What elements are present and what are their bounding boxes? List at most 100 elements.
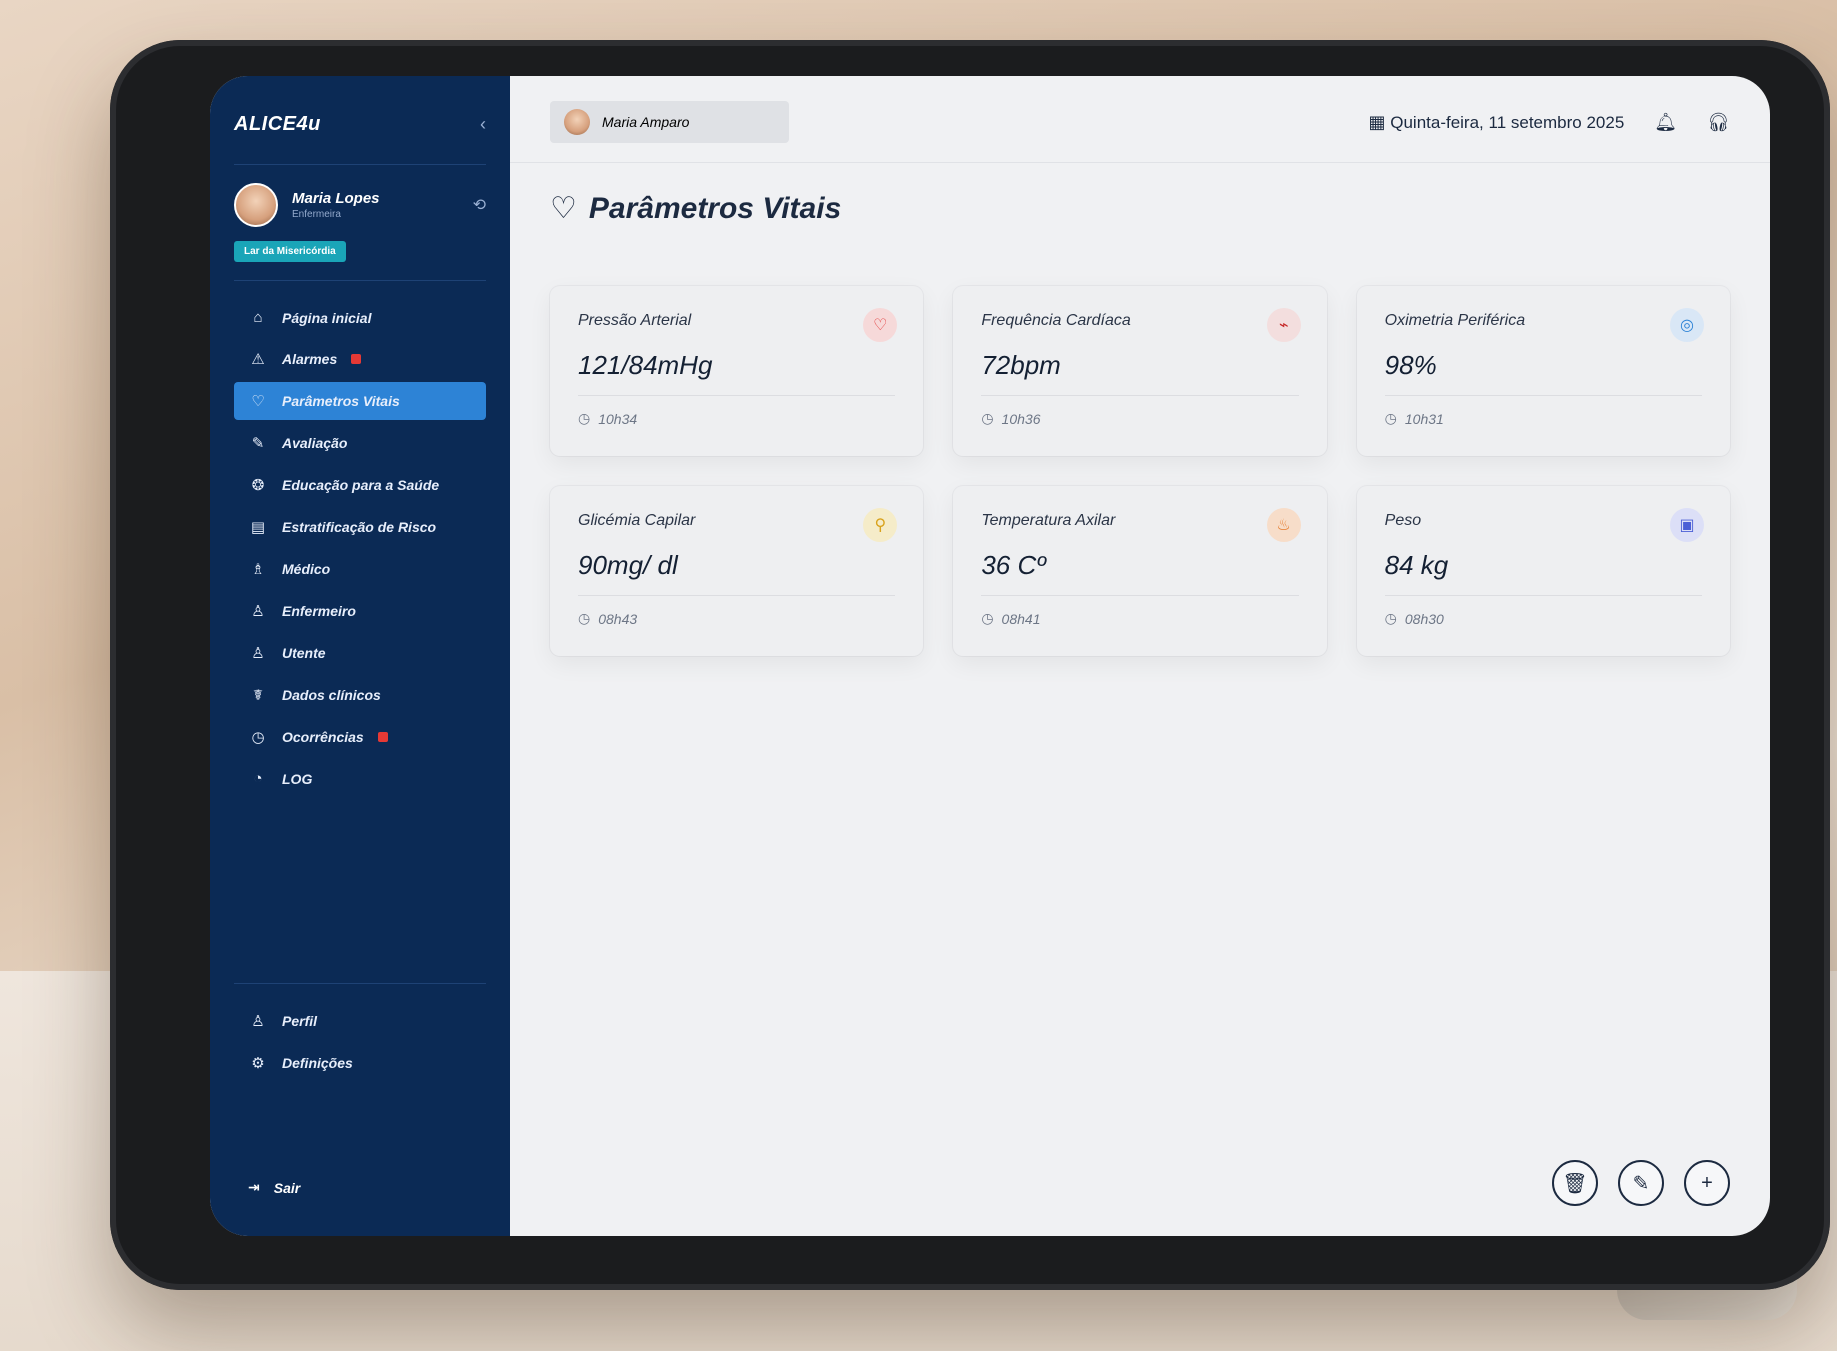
patient-selector[interactable]: Maria Amparo — [550, 101, 790, 143]
logo-row: ALICE4u ‹ — [234, 102, 486, 146]
facility-badge[interactable]: Lar da Misericórdia — [234, 241, 346, 262]
vital-card-glucose[interactable]: Glicémia Capilar 90mg/ dl ◷ 08h43 ⚲ — [550, 486, 924, 656]
card-time: ◷ 08h30 — [1385, 610, 1702, 627]
sidebar-item-health-education[interactable]: ❂ Educação para a Saúde — [234, 466, 486, 504]
card-value: 36 Cº — [981, 550, 1046, 580]
user-role: Enfermeira — [292, 209, 341, 220]
profile-icon: ♙ — [251, 1013, 265, 1030]
chart-icon: ▤ — [250, 519, 266, 536]
date-text: Quinta-feira, 11 setembro 2025 — [1390, 112, 1625, 132]
pencil-icon: ✎ — [1632, 1172, 1650, 1195]
card-time: ◷ 08h43 — [578, 610, 895, 627]
avatar — [234, 183, 278, 227]
vital-card-weight[interactable]: Peso 84 kg ◷ 08h30 ▣ — [1356, 486, 1730, 656]
user-info: Maria Lopes Enfermeira — [292, 190, 459, 220]
clock-icon: ◷ — [1384, 410, 1397, 426]
sidebar-item-home[interactable]: ⌂ Página inicial — [234, 299, 486, 336]
card-time: ◷ 10h31 — [1385, 410, 1702, 427]
vital-card-oximetry[interactable]: Oximetria Periférica 98% ◷ 10h31 ◎ — [1356, 286, 1730, 456]
tablet-screen: ALICE4u ‹ Maria Lopes Enfermeira ⟲ Lar d… — [210, 76, 1770, 1236]
collapse-sidebar-icon[interactable]: ‹ — [480, 114, 486, 135]
heart-icon: ♡ — [251, 393, 265, 410]
divider — [981, 595, 1299, 596]
sidebar-item-nurse[interactable]: ♙ Enfermeiro — [234, 592, 486, 630]
card-label: Glicémia Capilar — [578, 512, 696, 529]
warning-icon: ⚠ — [251, 351, 265, 368]
sidebar-item-label: Enfermeiro — [282, 603, 356, 619]
user-name: Maria Lopes — [292, 190, 380, 207]
sidebar-item-risk-stratification[interactable]: ▤ Estratificação de Risco — [234, 508, 486, 546]
logout-icon: ⇥ — [248, 1179, 260, 1195]
sidebar-item-label: Educação para a Saúde — [282, 477, 440, 493]
thermometer-icon: ♨ — [1266, 508, 1301, 542]
sidebar-item-label: Médico — [282, 561, 331, 577]
support-icon[interactable]: 🎧︎ — [1707, 112, 1730, 133]
clock-icon: ◷ — [1384, 610, 1397, 626]
logout-button[interactable]: ⇥ Sair — [248, 1179, 300, 1196]
log-icon: ◔ — [253, 770, 263, 787]
vital-card-heart-rate[interactable]: Frequência Cardíaca 72bpm ◷ 10h36 ⌁ — [953, 286, 1327, 456]
edit-button[interactable]: ✎ — [1618, 1160, 1664, 1206]
sidebar-item-occurrences[interactable]: ◷ Ocorrências — [234, 718, 486, 756]
sidebar-item-label: Dados clínicos — [282, 687, 381, 703]
doctor-icon: ♗ — [251, 561, 265, 578]
bell-icon[interactable]: 🔔︎ — [1654, 112, 1677, 133]
card-time-text: 10h34 — [598, 410, 638, 427]
card-time-text: 10h31 — [1404, 410, 1444, 427]
divider — [510, 162, 1770, 163]
sidebar-item-alarms[interactable]: ⚠ Alarmes — [234, 340, 486, 378]
sidebar-item-patient[interactable]: ♙ Utente — [234, 634, 486, 672]
heart-icon: ♡ — [863, 308, 898, 342]
sidebar-item-label: Utente — [282, 645, 326, 661]
sidebar-bottom-nav: ♙ Perfil ⚙ Definições — [234, 1002, 486, 1082]
add-button[interactable]: + — [1684, 1160, 1730, 1206]
pulse-icon: ⌁ — [1266, 308, 1301, 342]
delete-button[interactable]: 🗑︎ — [1552, 1160, 1598, 1206]
divider — [981, 395, 1299, 396]
home-icon: ⌂ — [253, 309, 263, 326]
oxygen-icon: ◎ — [1670, 308, 1704, 342]
patient-name: Maria Amparo — [602, 114, 690, 130]
divider — [578, 395, 896, 396]
card-value: 98% — [1384, 350, 1437, 380]
card-time-text: 08h41 — [1001, 610, 1041, 627]
sidebar-item-settings[interactable]: ⚙ Definições — [234, 1044, 486, 1082]
alert-badge — [377, 732, 388, 742]
card-label: Oximetria Periférica — [1384, 312, 1526, 329]
clock-icon: ◷ — [981, 610, 994, 626]
user-card: Maria Lopes Enfermeira ⟲ — [234, 183, 486, 227]
clock-icon: ◷ — [578, 410, 591, 426]
divider — [1384, 595, 1702, 596]
divider — [234, 983, 486, 984]
sidebar-item-vital-parameters[interactable]: ♡ Parâmetros Vitais — [234, 382, 486, 420]
card-label: Pressão Arterial — [578, 312, 692, 329]
vital-cards-grid: Pressão Arterial 121/84mHg ◷ 10h34 ♡ Freq… — [550, 286, 1730, 656]
scale-icon: ▣ — [1670, 508, 1704, 542]
sidebar-item-profile[interactable]: ♙ Perfil — [234, 1002, 486, 1040]
card-time: ◷ 08h41 — [981, 610, 1298, 627]
vital-card-temperature[interactable]: Temperatura Axilar 36 Cº ◷ 08h41 ♨ — [953, 486, 1327, 656]
sidebar-item-log[interactable]: ◔ LOG — [234, 760, 486, 797]
sidebar-item-doctor[interactable]: ♗ Médico — [234, 550, 486, 588]
switch-user-icon[interactable]: ⟲ — [473, 195, 486, 215]
sidebar-item-evaluation[interactable]: ✎ Avaliação — [234, 424, 486, 462]
sidebar-item-label: Página inicial — [282, 309, 372, 326]
card-label: Frequência Cardíaca — [981, 312, 1131, 329]
sidebar-item-clinical-data[interactable]: ☤ Dados clínicos — [234, 676, 486, 714]
card-time-text: 08h43 — [598, 610, 638, 627]
topbar: Maria Amparo ▦ Quinta-feira, 11 setembro… — [550, 100, 1730, 144]
sidebar-item-label: LOG — [282, 770, 313, 787]
card-time: ◷ 10h36 — [981, 410, 1298, 427]
vital-card-blood-pressure[interactable]: Pressão Arterial 121/84mHg ◷ 10h34 ♡ — [550, 286, 924, 456]
divider — [234, 280, 486, 281]
user-icon: ♙ — [251, 645, 265, 662]
education-icon: ❂ — [251, 477, 265, 494]
card-time: ◷ 10h34 — [578, 410, 895, 427]
settings-icon: ⚙ — [251, 1055, 265, 1072]
card-value: 90mg/ dl — [578, 550, 678, 580]
card-value: 121/84mHg — [578, 350, 713, 380]
plus-icon: + — [1701, 1171, 1713, 1194]
divider — [234, 164, 486, 165]
calendar-icon: ▦ — [1368, 111, 1386, 132]
sidebar-item-label: Avaliação — [282, 435, 348, 451]
